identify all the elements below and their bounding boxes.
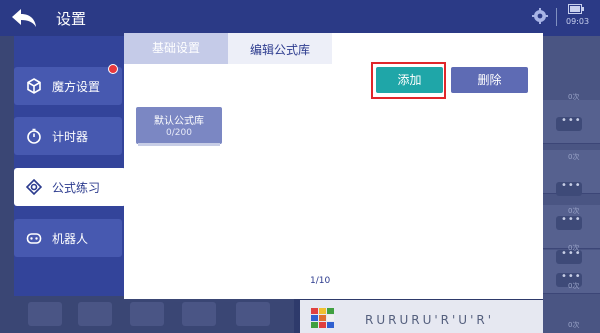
sidebar-item-label: 机器人 xyxy=(52,232,89,246)
page-title: 设置 xyxy=(56,10,87,28)
sidebar-item-timer[interactable]: 计时器 xyxy=(14,117,122,155)
formula-icon xyxy=(26,179,42,195)
sidebar-item-label: 魔方设置 xyxy=(52,80,101,94)
background-left-strip xyxy=(0,36,14,333)
page-indicator: 1/10 xyxy=(310,276,331,286)
sidebar-item-label: 公式练习 xyxy=(52,181,101,195)
sidebar-item-formula-practice[interactable]: 公式练习 xyxy=(14,168,134,206)
background-more-icon xyxy=(556,180,582,196)
sidebar-item-cube-settings[interactable]: 魔方设置 xyxy=(14,64,122,105)
back-arrow-icon[interactable] xyxy=(10,6,38,30)
background-more-icon xyxy=(556,115,582,131)
gear-icon[interactable] xyxy=(532,8,548,24)
background-prev-icon xyxy=(78,302,112,326)
battery-icon xyxy=(568,4,584,14)
background-count: 0次 xyxy=(568,153,580,161)
cube-icon xyxy=(27,78,41,94)
tab-basic-settings[interactable]: 基础设置 xyxy=(124,33,228,64)
background-count: 0次 xyxy=(568,282,580,290)
library-name: 默认公式库 xyxy=(154,116,204,127)
tab-edit-formula-library[interactable]: 编辑公式库 xyxy=(228,33,332,64)
background-next-icon xyxy=(182,302,216,326)
background-more-icon xyxy=(556,214,582,230)
background-count: 0次 xyxy=(568,93,580,101)
background-count: 0次 xyxy=(568,207,580,215)
background-count: 0次 xyxy=(568,244,580,252)
sidebar-item-label: 计时器 xyxy=(52,130,89,144)
timer-icon xyxy=(27,128,41,144)
formula-library-card[interactable]: 默认公式库 0/200 xyxy=(136,107,222,144)
formula-library-panel xyxy=(124,64,543,299)
sidebar: 魔方设置 计时器 公式练习 机器人 xyxy=(14,36,134,296)
scramble-text: RURURU'R'U'R' xyxy=(365,313,495,327)
library-count: 0/200 xyxy=(166,128,192,138)
background-skip-forward-icon xyxy=(236,302,270,326)
delete-button[interactable]: 删除 xyxy=(451,67,528,93)
highlight-frame xyxy=(371,62,446,99)
background-count: 0次 xyxy=(568,321,580,329)
header-bar: 设置 09:03 xyxy=(0,0,600,36)
tab-bar: 基础设置 编辑公式库 xyxy=(124,33,543,64)
sidebar-item-robot[interactable]: 机器人 xyxy=(14,219,122,257)
robot-icon xyxy=(26,233,42,244)
background-play-icon xyxy=(130,302,164,326)
card-shadow xyxy=(138,143,220,146)
clock-text: 09:03 xyxy=(566,17,590,26)
notification-badge xyxy=(108,64,118,74)
background-skip-back-icon xyxy=(28,302,62,326)
cube-preview-icon xyxy=(311,308,334,328)
header-divider xyxy=(556,8,557,26)
